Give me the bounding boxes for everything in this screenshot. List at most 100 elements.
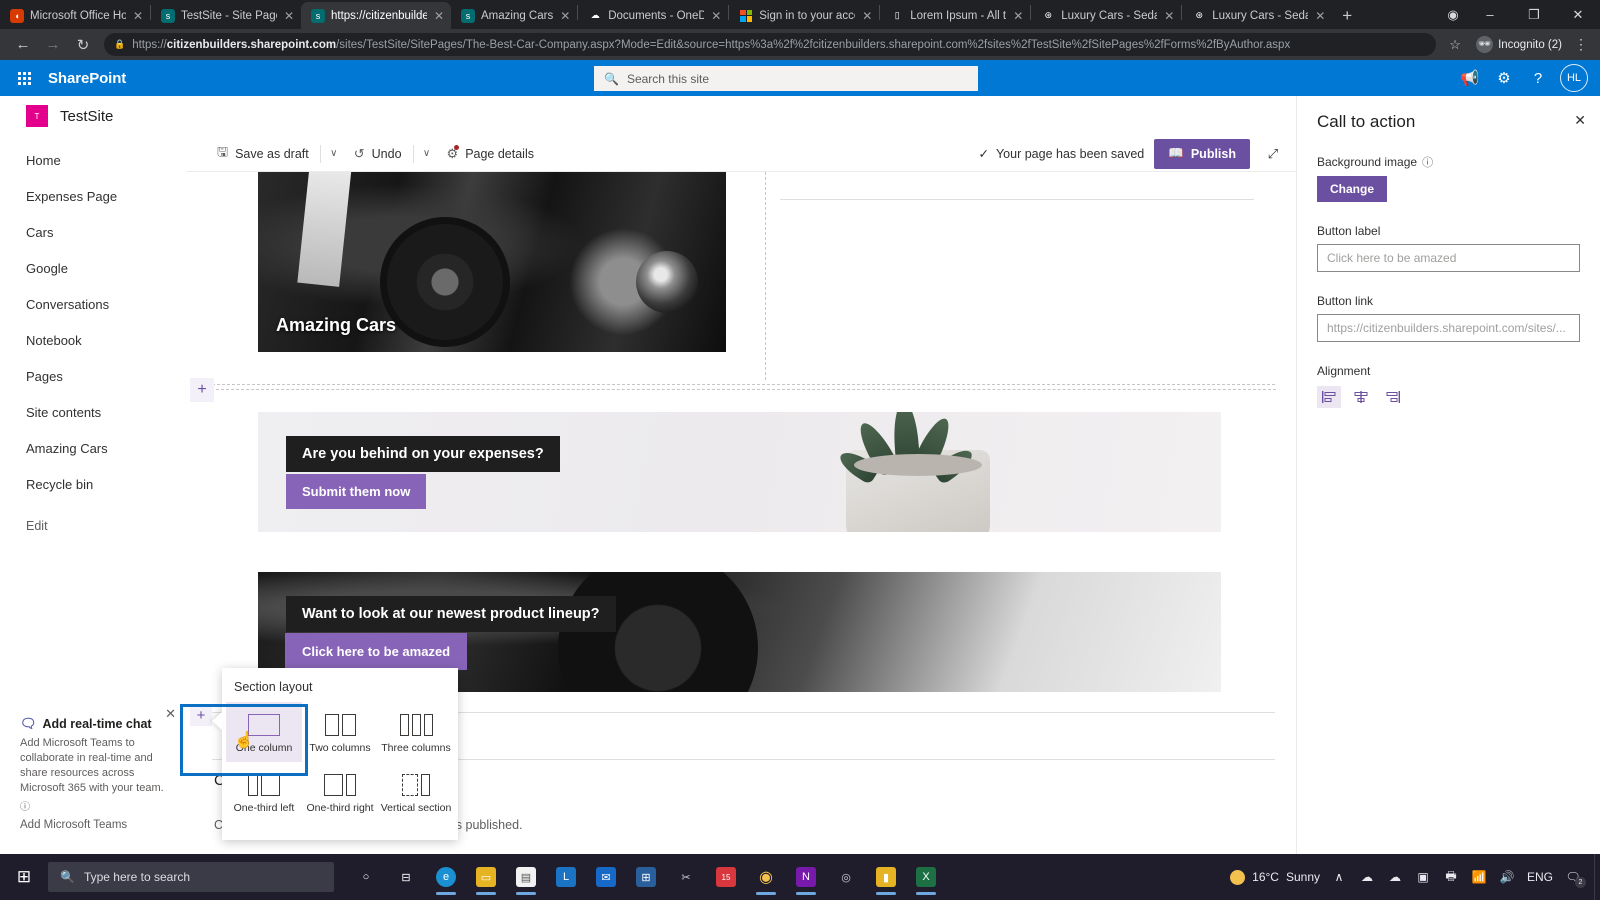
show-desktop-button[interactable] xyxy=(1594,854,1600,900)
file-explorer-icon[interactable]: ▭ xyxy=(468,857,504,897)
close-icon[interactable]: ✕ xyxy=(1314,9,1326,23)
megaphone-icon[interactable]: 📢 xyxy=(1454,62,1486,94)
save-as-draft-button[interactable]: 🖫 Save as draft xyxy=(208,139,318,169)
sidebar-item-conversations[interactable]: Conversations xyxy=(0,286,186,322)
hero-image-webpart[interactable]: Amazing Cars xyxy=(258,172,726,352)
add-section-button[interactable]: + xyxy=(190,378,214,402)
expenses-banner[interactable]: Are you behind on your expenses? Submit … xyxy=(258,412,1221,532)
chrome-alt-icon[interactable]: ◎ xyxy=(828,857,864,897)
store-icon[interactable]: ▤ xyxy=(508,857,544,897)
onedrive-icon[interactable]: ☁ xyxy=(1386,870,1404,884)
incognito-indicator[interactable]: 🕶 Incognito (2) xyxy=(1468,33,1570,56)
task-view-icon[interactable]: ⊟ xyxy=(388,857,424,897)
page-details-button[interactable]: ⚙ Page details xyxy=(438,139,543,169)
snip-tool-icon[interactable]: ✂ xyxy=(668,857,704,897)
todoist-icon[interactable]: 15 xyxy=(708,857,744,897)
sidebar-item-notebook[interactable]: Notebook xyxy=(0,322,186,358)
close-icon[interactable]: ✕ xyxy=(165,706,176,722)
close-icon[interactable]: ✕ xyxy=(1574,112,1586,129)
gear-icon[interactable]: ⚙ xyxy=(1488,62,1520,94)
browser-tab[interactable]: s TestSite - Site Pages - ✕ xyxy=(151,2,301,29)
browser-menu-button[interactable]: ⋮ xyxy=(1570,36,1592,53)
address-bar[interactable]: 🔒 https://citizenbuilders.sharepoint.com… xyxy=(104,33,1437,56)
chrome-icon[interactable]: ◉ xyxy=(748,857,784,897)
site-title[interactable]: TestSite xyxy=(60,108,113,125)
taskbar-search-input[interactable]: 🔍 Type here to search xyxy=(48,862,334,892)
banner-cta-button[interactable]: Click here to be amazed xyxy=(284,633,468,670)
windows-icon[interactable]: ⊞ xyxy=(0,867,48,887)
undo-button[interactable]: ↺ Undo xyxy=(345,139,411,169)
excel-icon[interactable]: X xyxy=(908,857,944,897)
browser-tab[interactable]: ◖ Microsoft Office Home ✕ xyxy=(0,2,150,29)
language-indicator[interactable]: ENG xyxy=(1526,870,1554,884)
new-tab-button[interactable]: + xyxy=(1332,2,1362,29)
sharepoint-brand[interactable]: SharePoint xyxy=(48,70,126,87)
info-icon[interactable]: ⓘ xyxy=(1422,154,1433,170)
publish-button[interactable]: 📖 Publish xyxy=(1154,138,1250,169)
change-background-button[interactable]: Change xyxy=(1317,176,1387,202)
help-icon[interactable]: ? xyxy=(1522,62,1554,94)
notification-icon[interactable]: 🗨 2 xyxy=(1564,870,1586,888)
layout-option-two-columns[interactable]: Two columns xyxy=(302,702,378,762)
weather-widget[interactable]: 16°C Sunny xyxy=(1230,869,1320,885)
button-label-input[interactable]: Click here to be amazed xyxy=(1317,244,1580,272)
info-icon[interactable]: ⓘ xyxy=(20,798,172,813)
forward-button[interactable]: → xyxy=(38,32,68,58)
undo-options-caret-icon[interactable]: ∨ xyxy=(416,139,438,169)
layout-option-three-columns[interactable]: Three columns xyxy=(378,702,454,762)
sidebar-item-expenses-page[interactable]: Expenses Page xyxy=(0,178,186,214)
close-icon[interactable]: ✕ xyxy=(710,9,722,23)
sidebar-item-home[interactable]: Home xyxy=(0,142,186,178)
close-icon[interactable]: ✕ xyxy=(1163,9,1175,23)
volume-icon[interactable]: 🔊 xyxy=(1498,870,1516,884)
reload-button[interactable]: ↻ xyxy=(68,32,98,58)
outlook-icon[interactable]: ▣ xyxy=(1414,870,1432,884)
onenote-icon[interactable]: N xyxy=(788,857,824,897)
maximize-button[interactable]: ❐ xyxy=(1512,0,1556,29)
browser-tab[interactable]: ▯ Lorem Ipsum - All the ✕ xyxy=(880,2,1030,29)
close-icon[interactable]: ✕ xyxy=(433,9,445,23)
sidebar-edit-link[interactable]: Edit xyxy=(0,508,186,544)
close-icon[interactable]: ✕ xyxy=(559,9,571,23)
browser-tab[interactable]: ☁ Documents - OneDriv ✕ xyxy=(578,2,728,29)
sidebar-item-pages[interactable]: Pages xyxy=(0,358,186,394)
sidebar-item-cars[interactable]: Cars xyxy=(0,214,186,250)
layout-option-one-third-left[interactable]: One-third left xyxy=(226,762,302,822)
back-button[interactable]: ← xyxy=(8,32,38,58)
site-search-input[interactable]: 🔍 Search this site xyxy=(594,66,978,91)
close-icon[interactable]: ✕ xyxy=(283,9,295,23)
browser-tab[interactable]: ⊛ Luxury Cars - Sedans, ✕ xyxy=(1182,2,1332,29)
banner-cta-button[interactable]: Submit them now xyxy=(286,474,427,509)
sidebar-item-recycle-bin[interactable]: Recycle bin xyxy=(0,466,186,502)
close-icon[interactable]: ✕ xyxy=(861,9,873,23)
close-icon[interactable]: ✕ xyxy=(132,9,144,23)
lumin-icon[interactable]: L xyxy=(548,857,584,897)
layout-option-one-third-right[interactable]: One-third right xyxy=(302,762,378,822)
browser-tab[interactable]: Sign in to your accou ✕ xyxy=(729,2,879,29)
close-window-button[interactable]: ✕ xyxy=(1556,0,1600,29)
cloud-icon[interactable]: ☁ xyxy=(1358,870,1376,884)
align-center-icon[interactable] xyxy=(1349,386,1373,408)
edge-icon[interactable]: e xyxy=(428,857,464,897)
browser-tab[interactable]: s Amazing Cars ✕ xyxy=(451,2,577,29)
sidebar-item-site-contents[interactable]: Site contents xyxy=(0,394,186,430)
minimize-button[interactable]: – xyxy=(1468,0,1512,29)
profile-switch-icon[interactable]: ◉ xyxy=(1438,0,1468,29)
expand-icon[interactable]: ⤢ xyxy=(1260,146,1286,162)
wifi-icon[interactable]: 📶 xyxy=(1470,870,1488,884)
align-left-icon[interactable] xyxy=(1317,386,1341,408)
save-options-caret-icon[interactable]: ∨ xyxy=(323,139,345,169)
sidebar-item-amazing-cars[interactable]: Amazing Cars xyxy=(0,430,186,466)
folder-icon[interactable]: ▮ xyxy=(868,857,904,897)
tray-expand-icon[interactable]: ∧ xyxy=(1330,870,1348,884)
add-microsoft-teams-link[interactable]: Add Microsoft Teams xyxy=(20,819,172,831)
button-link-input[interactable]: https://citizenbuilders.sharepoint.com/s… xyxy=(1317,314,1580,342)
app-launcher-icon[interactable] xyxy=(0,60,48,96)
calculator-icon[interactable]: ⊞ xyxy=(628,857,664,897)
layout-option-vertical-section[interactable]: Vertical section xyxy=(378,762,454,822)
bookmark-star-icon[interactable]: ☆ xyxy=(1442,37,1468,53)
add-section-button-secondary[interactable]: + xyxy=(190,704,212,726)
browser-tab[interactable]: ⊛ Luxury Cars - Sedans, ✕ xyxy=(1031,2,1181,29)
close-icon[interactable]: ✕ xyxy=(1012,9,1024,23)
sidebar-item-google[interactable]: Google xyxy=(0,250,186,286)
